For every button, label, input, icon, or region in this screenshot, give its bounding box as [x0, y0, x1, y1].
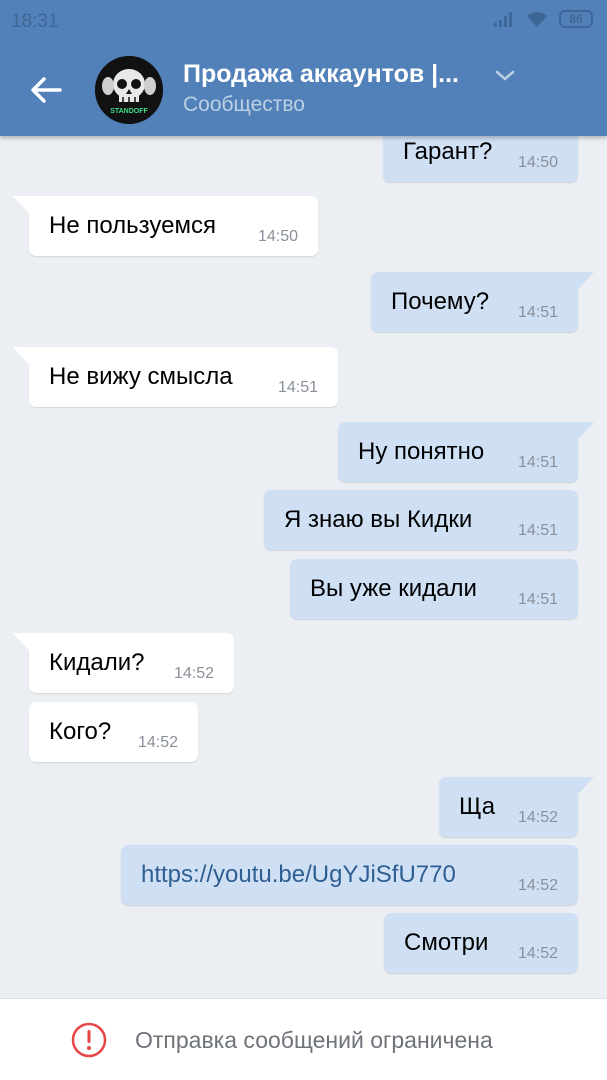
message-bubble-incoming[interactable]: Не вижу смысла 14:51: [13, 347, 338, 407]
battery-icon: 86: [559, 10, 593, 28]
message-text: Кого?: [49, 718, 112, 745]
message-time: 14:52: [173, 665, 214, 682]
bubble-tail: [572, 422, 594, 446]
message-time: 14:51: [277, 379, 318, 396]
message-text: Я знаю вы Кидки: [284, 506, 473, 533]
restriction-notice: Отправка сообщений ограничена: [135, 1027, 493, 1053]
bubble-tail: [572, 272, 594, 296]
message-bubble-outgoing[interactable]: Вы уже кидали 14:51: [290, 559, 578, 619]
chat-subtitle: Сообщество: [183, 93, 305, 116]
bubble-tail: [13, 633, 35, 657]
skull-logo: STANDOFF: [95, 56, 163, 124]
status-icons: 86: [493, 10, 593, 28]
signal-icon: [494, 12, 512, 27]
message-text: Не вижу смысла: [49, 363, 233, 390]
message-time: 14:51: [517, 522, 558, 539]
message-text: Ща: [459, 793, 496, 820]
message-time: 14:50: [517, 154, 558, 171]
message-bubble-outgoing[interactable]: Я знаю вы Кидки 14:51: [264, 490, 578, 550]
bubble-tail: [13, 196, 35, 220]
message-time: 14:52: [517, 945, 558, 962]
message-text: Гарант?: [403, 138, 493, 165]
message-time: 14:50: [257, 228, 298, 245]
message-text: Почему?: [391, 288, 490, 315]
bubble-tail: [13, 347, 35, 371]
message-bubble-outgoing[interactable]: Ну понятно 14:51: [338, 422, 594, 482]
message-bubble-outgoing[interactable]: Ща 14:52: [439, 777, 594, 837]
message-bubble-incoming[interactable]: Не пользуемся 14:50: [13, 196, 318, 256]
message-text: Вы уже кидали: [310, 575, 477, 602]
app-header: 18:31 86 STANDOFF Продажа аккаунтов |...…: [0, 0, 607, 136]
message-time: 14:52: [517, 809, 558, 826]
message-time: 14:51: [517, 304, 558, 321]
message-bubble-incoming[interactable]: Кого? 14:52: [29, 702, 198, 762]
message-bubble-incoming[interactable]: Кидали? 14:52: [13, 633, 234, 693]
message-time: 14:52: [137, 734, 178, 751]
community-avatar[interactable]: STANDOFF: [95, 56, 163, 124]
warning-icon: [71, 1022, 107, 1058]
wifi-icon: [527, 12, 547, 27]
message-time: 14:52: [517, 877, 558, 894]
message-text: Кидали?: [49, 649, 145, 676]
message-time: 14:51: [517, 454, 558, 471]
message-link[interactable]: https://youtu.be/UgYJiSfU770: [141, 861, 456, 889]
message-bubble-outgoing[interactable]: Почему? 14:51: [371, 272, 594, 332]
message-text: Ну понятно: [358, 438, 485, 465]
chat-title[interactable]: Продажа аккаунтов |...: [183, 60, 459, 89]
battery-level: 86: [569, 12, 583, 26]
message-text: Смотри: [404, 929, 489, 956]
message-bubble-outgoing[interactable]: Смотри 14:52: [384, 913, 578, 973]
message-time: 14:51: [517, 591, 558, 608]
avatar-text: STANDOFF: [110, 108, 148, 115]
status-time: 18:31: [11, 11, 59, 32]
bubble-tail: [572, 777, 594, 801]
back-button[interactable]: [26, 72, 66, 108]
message-bubble-outgoing[interactable]: https://youtu.be/UgYJiSfU770 14:52: [121, 845, 578, 905]
chevron-down-icon: [495, 70, 515, 81]
message-text: Не пользуемся: [49, 212, 216, 239]
arrow-left-icon: [31, 77, 62, 103]
chat-menu-button[interactable]: [492, 66, 518, 84]
restriction-bar: Отправка сообщений ограничена: [0, 998, 607, 1080]
